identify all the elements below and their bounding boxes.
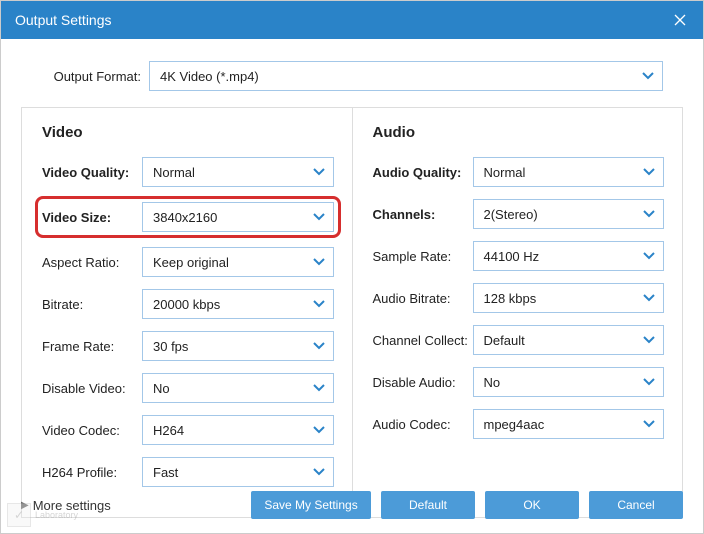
video-heading: Video bbox=[42, 124, 334, 141]
channel-collect-label: Channel Collect: bbox=[373, 333, 473, 348]
channel-collect-select[interactable]: Default bbox=[473, 325, 665, 355]
chevron-down-icon bbox=[643, 168, 655, 176]
video-quality-row: Video Quality: Normal bbox=[42, 157, 334, 187]
video-bitrate-label: Bitrate: bbox=[42, 297, 142, 312]
audio-codec-value: mpeg4aac bbox=[484, 417, 545, 432]
video-size-value: 3840x2160 bbox=[153, 210, 217, 225]
more-settings-link[interactable]: ▶ More settings bbox=[21, 498, 111, 513]
audio-bitrate-label: Audio Bitrate: bbox=[373, 291, 473, 306]
audio-codec-select[interactable]: mpeg4aac bbox=[473, 409, 665, 439]
disable-video-row: Disable Video: No bbox=[42, 373, 334, 403]
audio-quality-value: Normal bbox=[484, 165, 526, 180]
output-format-select[interactable]: 4K Video (*.mp4) bbox=[149, 61, 663, 91]
channel-collect-row: Channel Collect: Default bbox=[373, 325, 665, 355]
disable-video-value: No bbox=[153, 381, 170, 396]
chevron-down-icon bbox=[313, 258, 325, 266]
sample-rate-row: Sample Rate: 44100 Hz bbox=[373, 241, 665, 271]
chevron-down-icon bbox=[313, 168, 325, 176]
aspect-ratio-row: Aspect Ratio: Keep original bbox=[42, 247, 334, 277]
button-row: Save My Settings Default OK Cancel bbox=[251, 491, 683, 519]
titlebar: Output Settings bbox=[1, 1, 703, 39]
cancel-button[interactable]: Cancel bbox=[589, 491, 683, 519]
h264-profile-value: Fast bbox=[153, 465, 178, 480]
video-quality-value: Normal bbox=[153, 165, 195, 180]
chevron-down-icon bbox=[643, 210, 655, 218]
chevron-down-icon bbox=[643, 294, 655, 302]
frame-rate-label: Frame Rate: bbox=[42, 339, 142, 354]
channels-select[interactable]: 2(Stereo) bbox=[473, 199, 665, 229]
chevron-down-icon bbox=[643, 336, 655, 344]
frame-rate-value: 30 fps bbox=[153, 339, 188, 354]
output-format-row: Output Format: 4K Video (*.mp4) bbox=[1, 39, 703, 107]
video-codec-value: H264 bbox=[153, 423, 184, 438]
disable-video-select[interactable]: No bbox=[142, 373, 334, 403]
disable-audio-label: Disable Audio: bbox=[373, 375, 473, 390]
chevron-down-icon bbox=[313, 342, 325, 350]
close-icon[interactable] bbox=[671, 11, 689, 29]
video-bitrate-value: 20000 kbps bbox=[153, 297, 220, 312]
channels-row: Channels: 2(Stereo) bbox=[373, 199, 665, 229]
video-bitrate-select[interactable]: 20000 kbps bbox=[142, 289, 334, 319]
ok-button[interactable]: OK bbox=[485, 491, 579, 519]
audio-codec-label: Audio Codec: bbox=[373, 417, 473, 432]
video-size-select[interactable]: 3840x2160 bbox=[142, 202, 334, 232]
chevron-down-icon bbox=[313, 468, 325, 476]
disable-audio-row: Disable Audio: No bbox=[373, 367, 665, 397]
video-size-label: Video Size: bbox=[42, 210, 142, 225]
audio-codec-row: Audio Codec: mpeg4aac bbox=[373, 409, 665, 439]
output-format-value: 4K Video (*.mp4) bbox=[160, 69, 259, 84]
video-quality-label: Video Quality: bbox=[42, 165, 142, 180]
audio-quality-row: Audio Quality: Normal bbox=[373, 157, 665, 187]
audio-quality-select[interactable]: Normal bbox=[473, 157, 665, 187]
channels-label: Channels: bbox=[373, 207, 473, 222]
chevron-down-icon bbox=[313, 426, 325, 434]
chevron-down-icon bbox=[643, 420, 655, 428]
disable-audio-value: No bbox=[484, 375, 501, 390]
save-my-settings-button[interactable]: Save My Settings bbox=[251, 491, 371, 519]
audio-bitrate-row: Audio Bitrate: 128 kbps bbox=[373, 283, 665, 313]
video-column: Video Video Quality: Normal Video Size: … bbox=[21, 107, 352, 518]
h264-profile-label: H264 Profile: bbox=[42, 465, 142, 480]
default-button[interactable]: Default bbox=[381, 491, 475, 519]
video-bitrate-row: Bitrate: 20000 kbps bbox=[42, 289, 334, 319]
video-quality-select[interactable]: Normal bbox=[142, 157, 334, 187]
audio-bitrate-value: 128 kbps bbox=[484, 291, 537, 306]
audio-quality-label: Audio Quality: bbox=[373, 165, 473, 180]
video-codec-label: Video Codec: bbox=[42, 423, 142, 438]
settings-columns: Video Video Quality: Normal Video Size: … bbox=[1, 107, 703, 518]
chevron-down-icon bbox=[313, 384, 325, 392]
aspect-ratio-label: Aspect Ratio: bbox=[42, 255, 142, 270]
aspect-ratio-value: Keep original bbox=[153, 255, 229, 270]
more-settings-label: More settings bbox=[33, 498, 111, 513]
frame-rate-row: Frame Rate: 30 fps bbox=[42, 331, 334, 361]
sample-rate-label: Sample Rate: bbox=[373, 249, 473, 264]
chevron-down-icon bbox=[643, 378, 655, 386]
video-codec-row: Video Codec: H264 bbox=[42, 415, 334, 445]
chevron-down-icon bbox=[313, 300, 325, 308]
channel-collect-value: Default bbox=[484, 333, 525, 348]
video-codec-select[interactable]: H264 bbox=[142, 415, 334, 445]
sample-rate-value: 44100 Hz bbox=[484, 249, 540, 264]
chevron-down-icon bbox=[313, 213, 325, 221]
audio-column: Audio Audio Quality: Normal Channels: 2(… bbox=[352, 107, 684, 518]
aspect-ratio-select[interactable]: Keep original bbox=[142, 247, 334, 277]
disable-audio-select[interactable]: No bbox=[473, 367, 665, 397]
output-format-label: Output Format: bbox=[41, 69, 141, 84]
disable-video-label: Disable Video: bbox=[42, 381, 142, 396]
chevron-down-icon bbox=[643, 252, 655, 260]
chevron-down-icon bbox=[642, 72, 654, 80]
audio-bitrate-select[interactable]: 128 kbps bbox=[473, 283, 665, 313]
video-size-row: Video Size: 3840x2160 bbox=[35, 196, 341, 238]
channels-value: 2(Stereo) bbox=[484, 207, 538, 222]
frame-rate-select[interactable]: 30 fps bbox=[142, 331, 334, 361]
sample-rate-select[interactable]: 44100 Hz bbox=[473, 241, 665, 271]
audio-heading: Audio bbox=[373, 124, 665, 141]
expand-arrow-icon: ▶ bbox=[21, 500, 29, 511]
window-title: Output Settings bbox=[15, 12, 112, 28]
output-settings-window: Output Settings Output Format: 4K Video … bbox=[0, 0, 704, 534]
footer: ▶ More settings Save My Settings Default… bbox=[1, 479, 703, 533]
